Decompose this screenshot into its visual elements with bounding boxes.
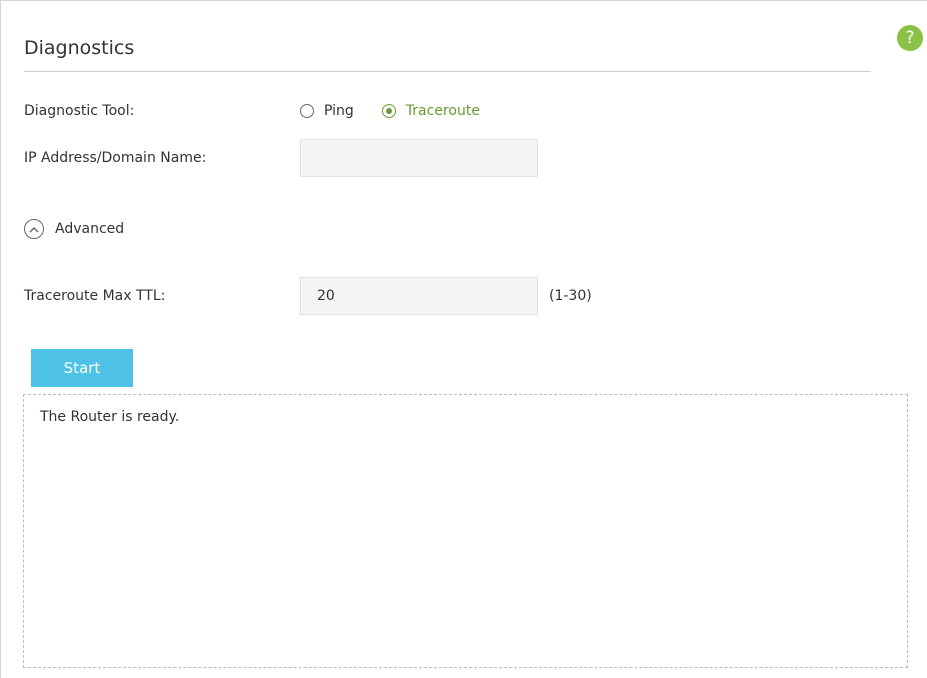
max-ttl-input[interactable] (300, 277, 538, 315)
ip-address-input[interactable] (300, 139, 538, 177)
advanced-toggle[interactable]: Advanced (24, 219, 124, 239)
help-icon[interactable]: ? (897, 25, 923, 51)
diagnostics-panel: Diagnostics ? Diagnostic Tool: Ping Trac… (0, 0, 927, 678)
advanced-label: Advanced (55, 221, 125, 237)
ip-address-label: IP Address/Domain Name: (24, 150, 207, 166)
title-divider (24, 71, 871, 72)
page-title: Diagnostics (24, 37, 135, 59)
start-button[interactable]: Start (31, 349, 133, 387)
radio-ping[interactable]: Ping (300, 103, 354, 119)
diagnostic-tool-label: Diagnostic Tool: (24, 103, 135, 119)
radio-traceroute[interactable]: Traceroute (381, 103, 480, 119)
radio-traceroute-label: Traceroute (405, 103, 480, 119)
max-ttl-range-hint: (1-30) (549, 288, 592, 304)
output-text: The Router is ready. (40, 409, 180, 425)
max-ttl-label: Traceroute Max TTL: (24, 288, 166, 304)
diagnostic-tool-radio-group: Ping Traceroute (300, 103, 480, 119)
radio-ping-label: Ping (324, 103, 354, 119)
chevron-up-icon (24, 219, 44, 239)
diagnostic-output-area: The Router is ready. (23, 394, 908, 668)
radio-checked-icon (381, 104, 396, 118)
radio-unchecked-icon (300, 104, 314, 118)
